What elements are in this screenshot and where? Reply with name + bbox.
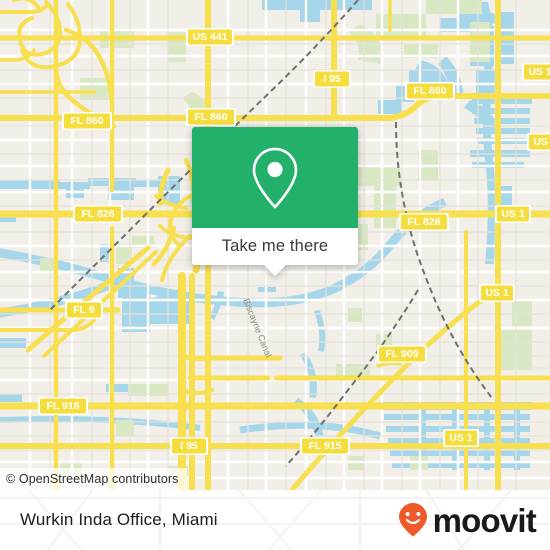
- road-shield-fl-916[interactable]: FL 916: [38, 397, 88, 415]
- callout-icon-area: [192, 127, 358, 228]
- road-shield-fl-915[interactable]: FL 915: [300, 437, 350, 455]
- take-me-there-button[interactable]: Take me there: [192, 228, 358, 265]
- place-title: Wurkin Inda Office, Miami: [20, 510, 218, 529]
- road-shield-fl-860-ne[interactable]: FL 860: [405, 82, 455, 100]
- road-shield-us-441[interactable]: US 441: [186, 28, 234, 46]
- road-shield-fl-826-east[interactable]: FL 826: [399, 213, 449, 231]
- map-pin-icon: [252, 147, 298, 209]
- road-shield-fl-860-west[interactable]: FL 860: [62, 112, 112, 130]
- moovit-map-screen: Biscayne Canal US 441 I 95 FL 860 US 1 F…: [0, 0, 550, 550]
- road-shield-us-1-east[interactable]: US 1: [495, 205, 531, 223]
- road-shield-fl-860-mid[interactable]: FL 860: [186, 108, 236, 126]
- road-shield-label: US 441: [192, 31, 227, 43]
- moovit-pin-icon: [398, 503, 427, 537]
- road-shield-label: FL 826: [407, 216, 440, 228]
- road-shield-i-95-north[interactable]: I 95: [313, 70, 351, 88]
- road-shield-us-1-mid-east[interactable]: US 1: [479, 284, 515, 302]
- road-shield-label: US 1: [485, 287, 509, 299]
- road-shield-label: I 95: [180, 440, 198, 452]
- road-shield-label: I 95: [323, 73, 341, 85]
- road-shield-label: FL 826: [81, 208, 114, 220]
- road-shield-label: FL 860: [70, 115, 103, 127]
- road-shield-label: FL 915: [308, 440, 341, 452]
- road-shield-fl-9[interactable]: FL 9: [65, 301, 103, 319]
- callout-pointer: [264, 265, 286, 276]
- road-shield-label: FL 860: [194, 111, 227, 123]
- road-shield-us-1-south[interactable]: US 1: [443, 429, 479, 447]
- osm-attribution-text: © OpenStreetMap contributors: [6, 472, 179, 486]
- road-shield-us-1-upper-east[interactable]: US 1: [527, 133, 550, 151]
- road-shield-label: US 1: [449, 432, 473, 444]
- road-shield-label: FL 860: [413, 85, 446, 97]
- road-shield-label: FL 909: [385, 348, 418, 360]
- osm-attribution[interactable]: © OpenStreetMap contributors: [0, 468, 187, 490]
- road-shield-label: US 1: [528, 66, 550, 78]
- road-shield-label: FL 916: [46, 400, 79, 412]
- road-shield-label: US 1: [501, 208, 525, 220]
- road-shield-label: US 1: [533, 136, 550, 148]
- road-shield-label: FL 9: [73, 304, 95, 316]
- footer-bar: Wurkin Inda Office, Miami moovit: [0, 490, 550, 550]
- moovit-wordmark: moovit: [432, 501, 537, 539]
- road-shield-i-95-south[interactable]: I 95: [170, 437, 208, 455]
- road-shield-fl-909[interactable]: FL 909: [377, 345, 427, 363]
- take-me-there-label: Take me there: [221, 237, 329, 255]
- road-shield-us-1-ne[interactable]: US 1: [522, 63, 550, 81]
- location-callout-card[interactable]: Take me there: [192, 127, 358, 276]
- moovit-logo[interactable]: moovit: [398, 501, 537, 539]
- road-shield-fl-826-west[interactable]: FL 826: [73, 205, 123, 223]
